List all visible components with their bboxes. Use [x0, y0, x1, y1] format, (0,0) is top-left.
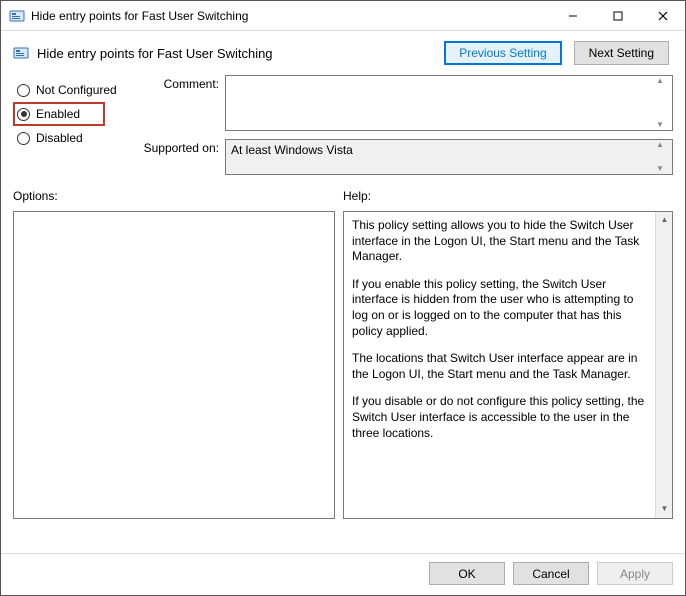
titlebar: Hide entry points for Fast User Switchin… — [1, 1, 685, 31]
radio-icon — [17, 108, 30, 121]
radio-label: Not Configured — [36, 83, 117, 97]
close-button[interactable] — [640, 1, 685, 30]
policy-title: Hide entry points for Fast User Switchin… — [37, 46, 444, 61]
radio-enabled[interactable]: Enabled — [13, 102, 105, 126]
scrollbar[interactable]: ▲ ▼ — [655, 212, 672, 518]
radio-icon — [17, 84, 30, 97]
fields-column: Comment: ▲▼ Supported on: At least Windo… — [157, 75, 673, 175]
chevron-down-icon: ▼ — [656, 165, 671, 173]
help-paragraph: If you disable or do not configure this … — [352, 394, 652, 441]
ok-button[interactable]: OK — [429, 562, 505, 585]
comment-label: Comment: — [157, 75, 219, 91]
next-setting-button[interactable]: Next Setting — [574, 41, 669, 65]
supported-value: At least Windows Vista — [231, 143, 353, 157]
radio-icon — [17, 132, 30, 145]
cancel-button[interactable]: Cancel — [513, 562, 589, 585]
nav-buttons: Previous Setting Next Setting — [444, 41, 669, 65]
help-panel: This policy setting allows you to hide t… — [343, 211, 673, 519]
radio-label: Enabled — [36, 107, 80, 121]
state-radios: Not Configured Enabled Disabled — [13, 75, 153, 175]
help-paragraph: If you enable this policy setting, the S… — [352, 277, 652, 339]
help-paragraph: This policy setting allows you to hide t… — [352, 218, 652, 265]
header-section: Hide entry points for Fast User Switchin… — [1, 31, 685, 71]
radio-label: Disabled — [36, 131, 83, 145]
supported-on-field: At least Windows Vista ▲▼ — [225, 139, 673, 175]
options-panel — [13, 211, 335, 519]
help-label: Help: — [343, 189, 673, 203]
scrollbar[interactable]: ▲▼ — [656, 77, 671, 129]
window-controls — [550, 1, 685, 30]
supported-label: Supported on: — [119, 139, 219, 155]
minimize-button[interactable] — [550, 1, 595, 30]
chevron-down-icon: ▼ — [656, 121, 671, 129]
comment-row: Comment: ▲▼ — [157, 75, 673, 131]
chevron-down-icon: ▼ — [656, 501, 673, 518]
maximize-button[interactable] — [595, 1, 640, 30]
policy-icon — [9, 8, 25, 24]
config-section: Not Configured Enabled Disabled Comment:… — [1, 71, 685, 175]
dialog-footer: OK Cancel Apply — [1, 553, 685, 595]
policy-icon — [13, 45, 29, 61]
panel-labels: Options: Help: — [1, 175, 685, 207]
comment-input[interactable]: ▲▼ — [225, 75, 673, 131]
scrollbar[interactable]: ▲▼ — [656, 141, 671, 173]
radio-not-configured[interactable]: Not Configured — [13, 79, 153, 101]
previous-setting-button[interactable]: Previous Setting — [444, 41, 561, 65]
chevron-up-icon: ▲ — [656, 141, 671, 149]
help-paragraph: The locations that Switch User interface… — [352, 351, 652, 382]
panels: This policy setting allows you to hide t… — [1, 207, 685, 553]
chevron-up-icon: ▲ — [656, 77, 671, 85]
apply-button[interactable]: Apply — [597, 562, 673, 585]
supported-row: Supported on: At least Windows Vista ▲▼ — [157, 139, 673, 175]
options-label: Options: — [13, 189, 343, 203]
chevron-up-icon: ▲ — [656, 212, 673, 229]
window-title: Hide entry points for Fast User Switchin… — [31, 9, 550, 23]
